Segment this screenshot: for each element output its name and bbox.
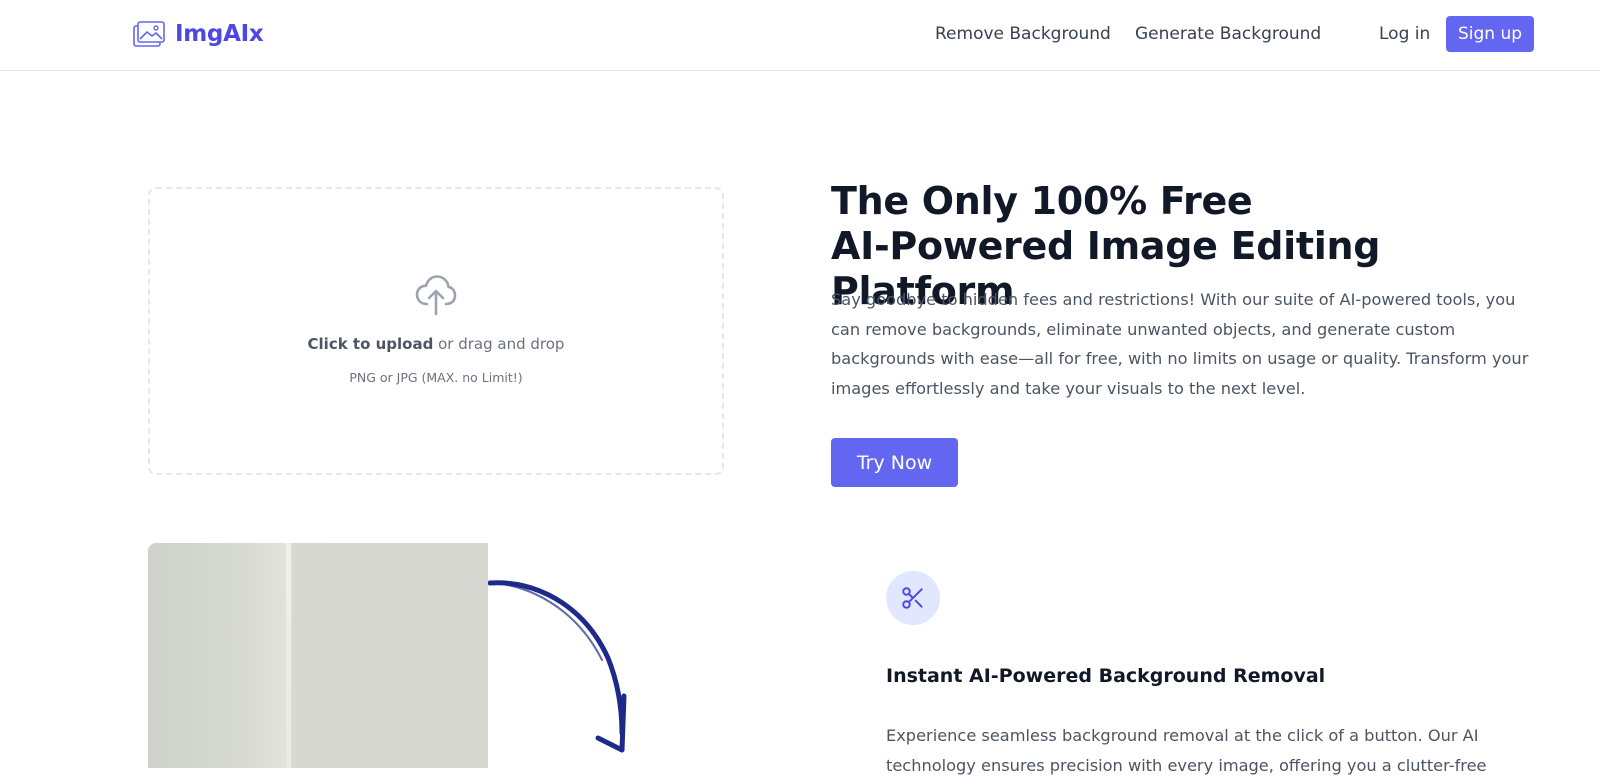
feature-title: Instant AI-Powered Background Removal: [886, 665, 1326, 687]
scissors-icon: [902, 587, 923, 609]
nav-remove-background[interactable]: Remove Background: [935, 24, 1111, 44]
curved-arrow-icon: [488, 580, 627, 753]
image-gallery-icon: [133, 21, 165, 47]
logo[interactable]: ImgAIx: [133, 19, 264, 49]
upload-instructions: Click to upload or drag and drop: [150, 335, 722, 353]
try-now-button[interactable]: Try Now: [831, 438, 958, 487]
upload-dropzone[interactable]: Click to upload or drag and drop PNG or …: [148, 187, 724, 475]
nav-generate-background[interactable]: Generate Background: [1135, 24, 1321, 44]
logo-text: ImgAIx: [175, 21, 264, 47]
upload-formats: PNG or JPG (MAX. no Limit!): [349, 370, 523, 385]
cloud-upload-icon: [415, 275, 457, 316]
hero-description: Say goodbye to hidden fees and restricti…: [831, 290, 1529, 398]
feature-image: [148, 543, 488, 768]
click-to-upload-text[interactable]: Click to upload: [308, 335, 434, 353]
signup-button[interactable]: Sign up: [1446, 16, 1534, 52]
image-wall-stripe: [286, 543, 291, 768]
hero-title-line-1: The Only 100% Free: [831, 179, 1253, 223]
feature-description: Experience seamless background removal a…: [886, 726, 1487, 775]
site-header: ImgAIx Remove Background Generate Backgr…: [0, 0, 1600, 71]
login-link[interactable]: Log in: [1379, 24, 1430, 44]
feature-icon-badge: [886, 571, 940, 625]
drag-drop-text: or drag and drop: [433, 335, 565, 353]
